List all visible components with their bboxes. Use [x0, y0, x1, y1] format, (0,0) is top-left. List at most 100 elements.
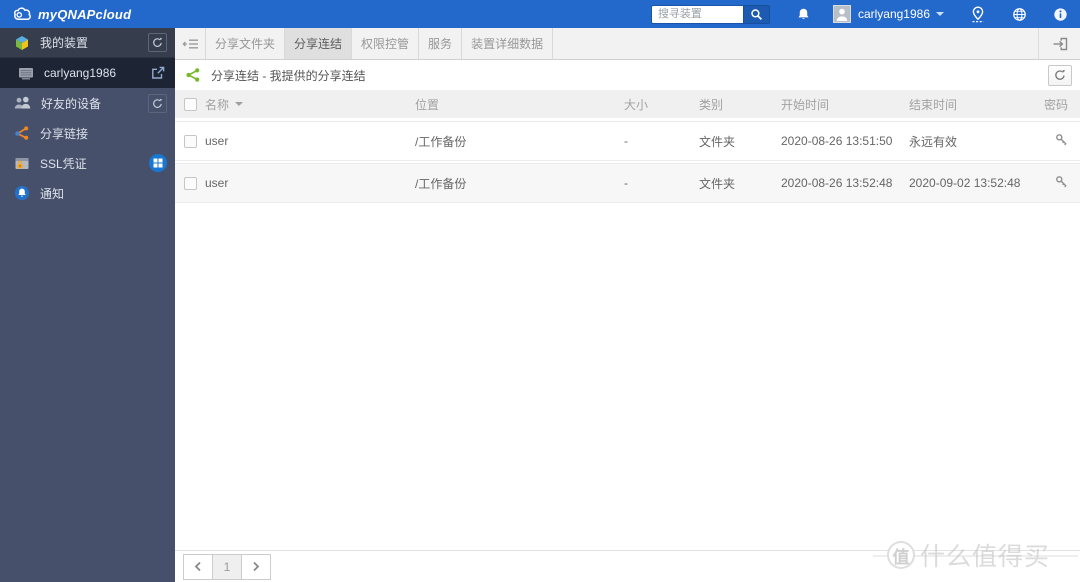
password-key-icon[interactable] — [1055, 133, 1068, 147]
collapse-sidebar-button[interactable] — [175, 28, 205, 59]
help-button[interactable] — [1053, 7, 1068, 22]
chevron-right-icon — [252, 561, 260, 572]
notification-bell-icon — [14, 185, 30, 201]
map-pin-icon — [970, 5, 986, 23]
sort-caret-icon — [235, 102, 244, 106]
device-location-button[interactable] — [970, 5, 986, 23]
share-icon — [185, 67, 201, 83]
refresh-friends-button[interactable] — [148, 93, 167, 113]
column-label: 结束时间 — [909, 97, 958, 112]
topbar: myQNAPcloud 搜寻装置 carlyang1986 — [0, 0, 1080, 28]
column-header-type[interactable]: 类别 — [695, 96, 775, 113]
sidebar-item-share-links[interactable]: 分享链接 — [0, 118, 175, 148]
cell-name: user — [205, 176, 229, 190]
external-link-icon[interactable] — [151, 66, 165, 80]
cell-end-time: 永远有效 — [909, 134, 958, 149]
sidebar: 我的装置 carlyang1986 好友的设备 分享链接 SSL凭证 通知 — [0, 28, 175, 582]
page-title: 分享连结 - 我提供的分享连结 — [211, 68, 366, 83]
globe-icon — [1012, 7, 1027, 22]
search-input[interactable] — [650, 4, 743, 24]
sidebar-filler — [0, 208, 175, 582]
cell-end-time: 2020-09-02 13:52:48 — [909, 176, 1021, 190]
body-row: 我的装置 carlyang1986 好友的设备 分享链接 SSL凭证 通知 分享… — [0, 28, 1080, 582]
tabstrip-spacer — [553, 28, 1038, 59]
next-page-button[interactable] — [241, 553, 271, 580]
column-label: 大小 — [624, 97, 649, 112]
main-content: 分享文件夹 分享连结 权限控管 服务 装置详细数据 分享连结 - 我提供的分享连… — [175, 28, 1080, 582]
tab-label: 分享文件夹 — [215, 37, 276, 51]
sidebar-item-ssl-certificate[interactable]: SSL凭证 — [0, 148, 175, 178]
search-icon — [750, 8, 763, 21]
sidebar-item-label: 通知 — [40, 186, 65, 201]
chevron-left-icon — [194, 561, 202, 572]
select-all-checkbox[interactable] — [183, 97, 197, 111]
tab-shared-folders[interactable]: 分享文件夹 — [205, 28, 284, 59]
tab-access-control[interactable]: 权限控管 — [351, 28, 418, 59]
ssl-badge-icon[interactable] — [149, 154, 167, 172]
cell-size: - — [624, 176, 628, 190]
user-menu[interactable]: carlyang1986 — [832, 5, 944, 23]
sidebar-item-my-devices[interactable]: 我的装置 — [0, 28, 175, 58]
cell-size: - — [624, 134, 628, 148]
sidebar-item-label: 好友的设备 — [41, 96, 102, 111]
column-label: 密码 — [1043, 97, 1068, 112]
table-row[interactable]: user /工作备份 - 文件夹 2020-08-26 13:52:48 202… — [175, 163, 1080, 203]
cell-type: 文件夹 — [699, 176, 736, 191]
column-label: 位置 — [415, 97, 440, 112]
refresh-list-button[interactable] — [1048, 64, 1072, 86]
password-key-icon[interactable] — [1055, 175, 1068, 189]
tab-label: 分享连结 — [294, 37, 343, 51]
friends-icon — [14, 96, 31, 110]
tab-label: 装置详细数据 — [471, 37, 544, 51]
tab-services[interactable]: 服务 — [418, 28, 461, 59]
brand-logo: myQNAPcloud — [12, 6, 131, 22]
column-header-size[interactable]: 大小 — [620, 96, 695, 113]
nas-device-icon — [18, 67, 34, 80]
column-header-location[interactable]: 位置 — [415, 96, 620, 113]
row-checkbox[interactable] — [183, 134, 197, 148]
brand-text: myQNAPcloud — [38, 6, 132, 22]
tab-label: 服务 — [428, 37, 453, 51]
info-icon — [1053, 7, 1068, 22]
certificate-icon — [14, 156, 30, 171]
sidebar-item-label: carlyang1986 — [44, 66, 117, 80]
logout-icon — [1052, 37, 1068, 51]
cell-start-time: 2020-08-26 13:51:50 — [781, 134, 893, 148]
sidebar-item-device-carlyang1986[interactable]: carlyang1986 — [0, 58, 175, 88]
column-header-name[interactable]: 名称 — [205, 96, 415, 113]
cell-location: /工作备份 — [415, 176, 467, 191]
sidebar-item-friends-devices[interactable]: 好友的设备 — [0, 88, 175, 118]
column-header-start-time[interactable]: 开始时间 — [775, 96, 905, 113]
current-page-indicator: 1 — [212, 553, 242, 580]
table-header: 名称 位置 大小 类别 开始时间 结束时间 密码 — [175, 90, 1080, 118]
cell-location: /工作备份 — [415, 134, 467, 149]
column-header-password[interactable]: 密码 — [1040, 96, 1080, 113]
column-header-end-time[interactable]: 结束时间 — [905, 96, 1040, 113]
column-label: 开始时间 — [781, 97, 830, 112]
previous-page-button[interactable] — [183, 553, 213, 580]
content-empty-area — [175, 205, 1080, 550]
search-button[interactable] — [742, 4, 770, 24]
sidebar-item-label: 我的装置 — [40, 36, 89, 50]
sidebar-item-label: SSL凭证 — [40, 156, 87, 171]
language-button[interactable] — [1012, 7, 1027, 22]
refresh-icon — [1054, 69, 1066, 81]
tab-strip: 分享文件夹 分享连结 权限控管 服务 装置详细数据 — [175, 28, 1080, 60]
tab-share-links[interactable]: 分享连结 — [284, 28, 352, 59]
row-checkbox[interactable] — [183, 176, 197, 190]
table-row[interactable]: user /工作备份 - 文件夹 2020-08-26 13:51:50 永远有… — [175, 121, 1080, 161]
bell-icon — [796, 7, 811, 22]
device-cube-icon — [14, 35, 30, 51]
device-search — [650, 4, 770, 24]
notifications-bell-button[interactable] — [796, 7, 811, 22]
sidebar-item-notifications[interactable]: 通知 — [0, 178, 175, 208]
logout-button[interactable] — [1038, 28, 1080, 59]
tab-device-details[interactable]: 装置详细数据 — [461, 28, 554, 59]
refresh-devices-button[interactable] — [148, 33, 167, 52]
title-bar: 分享连结 - 我提供的分享连结 — [175, 60, 1080, 90]
column-label: 类别 — [699, 97, 724, 112]
sidebar-item-label: 分享链接 — [40, 126, 89, 141]
pagination-bar: 1 — [175, 550, 1080, 582]
username-label: carlyang1986 — [857, 7, 930, 21]
cloud-logo-icon — [12, 6, 33, 22]
